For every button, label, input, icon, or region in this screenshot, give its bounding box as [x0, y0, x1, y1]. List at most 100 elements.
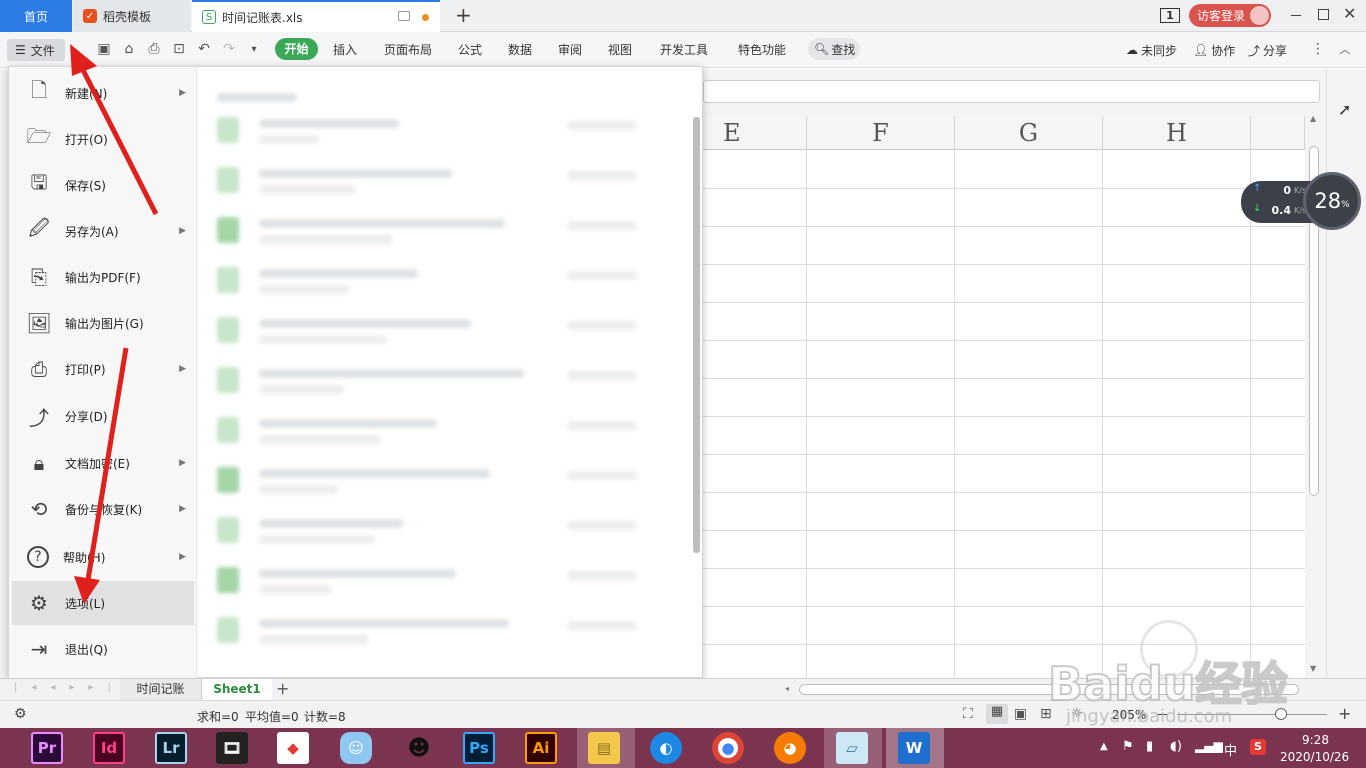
- notes-app-icon[interactable]: ▱: [836, 732, 868, 764]
- ribbon-tab-data[interactable]: 数据: [508, 41, 532, 58]
- fullscreen-icon[interactable]: ⛶: [963, 706, 973, 722]
- menu-item-help[interactable]: ? 帮助(H) ▶: [12, 535, 194, 579]
- sogou-ime-icon[interactable]: S: [1250, 739, 1266, 755]
- save-icon[interactable]: ▣: [95, 40, 113, 58]
- ribbon-tab-start[interactable]: 开始: [275, 38, 318, 60]
- qq-app-icon[interactable]: ☻: [403, 732, 435, 764]
- zoom-in-button[interactable]: +: [1338, 704, 1351, 723]
- maximize-button[interactable]: [1318, 9, 1329, 20]
- menu-item-gear[interactable]: ⚙ 选项(L): [12, 581, 194, 625]
- spreadsheet-grid[interactable]: E F G H: [703, 116, 1305, 678]
- tab-document[interactable]: S 时间记账表.xls: [192, 0, 440, 32]
- ribbon-tab-view[interactable]: 视图: [608, 41, 632, 58]
- file-menu-button[interactable]: ☰ 文件: [7, 39, 65, 61]
- login-button[interactable]: 访客登录: [1189, 4, 1271, 27]
- recent-file-item[interactable]: [217, 463, 647, 499]
- restore-icon[interactable]: [398, 11, 410, 21]
- recent-file-item[interactable]: [217, 313, 647, 349]
- menu-item-image-export[interactable]: 🖼 输出为图片(G): [12, 301, 194, 345]
- illustrator-app-icon[interactable]: Ai: [525, 732, 557, 764]
- video-editor-app-icon[interactable]: 🎞︎: [216, 732, 248, 764]
- browser-app-icon[interactable]: ◐: [650, 732, 682, 764]
- file-explorer-app-icon[interactable]: ▤: [588, 732, 620, 764]
- recent-file-item[interactable]: [217, 563, 647, 599]
- recent-file-item[interactable]: [217, 413, 647, 449]
- undo-icon[interactable]: ↶: [195, 40, 213, 58]
- recent-file-item[interactable]: [217, 263, 647, 299]
- recent-file-item[interactable]: [217, 213, 647, 249]
- recent-scrollbar-thumb[interactable]: [693, 117, 700, 553]
- ribbon-tab-formula[interactable]: 公式: [458, 41, 482, 58]
- tray-volume-icon[interactable]: ◖): [1170, 739, 1182, 754]
- tab-template[interactable]: ✓ 稻壳模板: [73, 0, 190, 32]
- page-layout-view-icon[interactable]: ▣: [1014, 706, 1027, 722]
- scroll-down-icon[interactable]: ▼: [1310, 664, 1316, 673]
- window-count-badge[interactable]: 1: [1160, 8, 1180, 23]
- clock-time[interactable]: 9:28: [1302, 733, 1329, 747]
- sync-status[interactable]: ☁ 未同步: [1126, 39, 1177, 61]
- ribbon-tab-features[interactable]: 特色功能: [738, 41, 786, 58]
- tray-battery-icon[interactable]: ▮: [1146, 739, 1153, 754]
- column-header-h[interactable]: H: [1103, 116, 1251, 150]
- ribbon-tab-review[interactable]: 审阅: [558, 41, 582, 58]
- column-header-e[interactable]: E: [703, 116, 807, 150]
- menu-item-share[interactable]: ⤴ 分享(D): [12, 394, 194, 438]
- ribbon-tab-developer[interactable]: 开发工具: [660, 41, 708, 58]
- menu-item-save[interactable]: 🖫 保存(S): [12, 163, 194, 207]
- messenger-app-icon[interactable]: ☺: [340, 732, 372, 764]
- collapse-ribbon-icon[interactable]: ︿: [1336, 40, 1354, 58]
- recent-file-item[interactable]: [217, 513, 647, 549]
- scroll-left-icon[interactable]: ◂: [785, 684, 789, 693]
- search-button[interactable]: 🔍︎ 查找: [808, 38, 860, 60]
- minimize-button[interactable]: [1291, 15, 1301, 16]
- photo-app-icon[interactable]: ◆: [277, 732, 309, 764]
- new-tab-button[interactable]: +: [455, 3, 472, 27]
- menu-item-exit[interactable]: ⇥ 退出(Q): [12, 627, 194, 671]
- normal-view-icon[interactable]: ▦: [986, 704, 1008, 724]
- redo-icon[interactable]: ↷: [220, 40, 238, 58]
- lightroom-app-icon[interactable]: Lr: [155, 732, 187, 764]
- recent-file-item[interactable]: [217, 363, 647, 399]
- menu-item-backup[interactable]: ⟲ 备份与恢复(K) ▶: [12, 487, 194, 531]
- tray-expand-icon[interactable]: ▲: [1100, 741, 1108, 752]
- add-sheet-button[interactable]: +: [276, 679, 289, 698]
- select-cursor-icon[interactable]: ➚: [1338, 100, 1351, 119]
- column-header-g[interactable]: G: [955, 116, 1103, 150]
- sheet-tab-time[interactable]: 时间记账: [120, 679, 202, 701]
- chrome-app-icon[interactable]: ●: [712, 732, 744, 764]
- close-button[interactable]: ✕: [1343, 4, 1356, 23]
- photoshop-app-icon[interactable]: Ps: [463, 732, 495, 764]
- print-preview-icon[interactable]: ⊡: [170, 40, 188, 58]
- tab-home[interactable]: 首页: [0, 0, 72, 32]
- menu-item-save-as[interactable]: 🖉 另存为(A) ▶: [12, 209, 194, 253]
- tray-flag-icon[interactable]: ⚑: [1122, 739, 1134, 754]
- scroll-up-icon[interactable]: ▲: [1310, 114, 1316, 123]
- ime-indicator[interactable]: 中: [1224, 740, 1237, 759]
- tray-network-icon[interactable]: ▂▄▆: [1195, 739, 1223, 753]
- print-icon[interactable]: ⎙: [145, 40, 163, 58]
- share-button[interactable]: ⤴ 分享: [1248, 39, 1287, 61]
- recent-file-item[interactable]: [217, 163, 647, 199]
- recent-file-item[interactable]: [217, 113, 647, 149]
- menu-item-new-file[interactable]: 🗋 新建(N) ▶: [12, 71, 194, 115]
- menu-item-pdf-export[interactable]: ⎘ 输出为PDF(F): [12, 255, 194, 299]
- column-header-i[interactable]: [1251, 116, 1305, 150]
- ribbon-tab-page-layout[interactable]: 页面布局: [384, 41, 432, 58]
- more-options-icon[interactable]: ⋮: [1309, 40, 1327, 58]
- indesign-app-icon[interactable]: Id: [93, 732, 125, 764]
- network-speed-widget[interactable]: ↑ 0 K/s ↓ 0.4 K/s 28%: [1241, 172, 1361, 230]
- sheet-tab-sheet1[interactable]: Sheet1: [202, 679, 272, 701]
- customize-toolbar-icon[interactable]: ▾: [245, 40, 263, 58]
- recent-file-item[interactable]: [217, 613, 647, 649]
- menu-item-printer[interactable]: ⎙ 打印(P) ▶: [12, 347, 194, 391]
- collab-button[interactable]: 👤︎ 协作: [1193, 39, 1235, 61]
- column-header-f[interactable]: F: [807, 116, 955, 150]
- orange-app-icon[interactable]: ◕: [774, 732, 806, 764]
- ribbon-tab-insert[interactable]: 插入: [333, 41, 357, 58]
- format-painter-icon[interactable]: ⌂: [120, 40, 138, 58]
- status-settings-icon[interactable]: ⚙: [14, 706, 27, 722]
- sheet-nav-arrows[interactable]: |◂◂▸▸|: [14, 682, 125, 693]
- premiere-app-icon[interactable]: Pr: [31, 732, 63, 764]
- formula-bar-input[interactable]: [703, 80, 1320, 103]
- menu-item-encrypt[interactable]: 🔒︎ 文档加密(E) ▶: [12, 441, 194, 485]
